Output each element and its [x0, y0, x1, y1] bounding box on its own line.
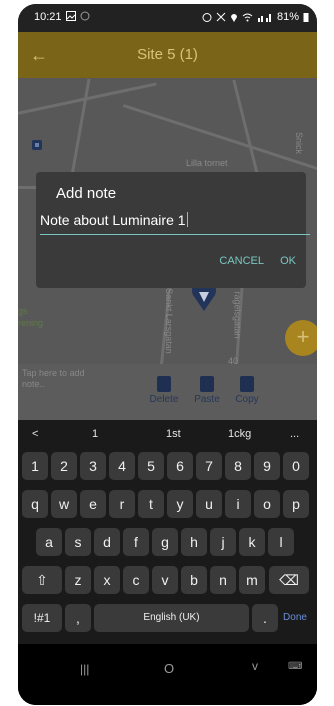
key[interactable]: x	[94, 566, 120, 594]
suggestion-back-icon[interactable]: <	[32, 428, 38, 440]
add-luminaire-button[interactable]: +	[285, 320, 317, 356]
mute-icon	[216, 12, 226, 22]
space-key[interactable]: English (UK)	[94, 604, 249, 632]
key[interactable]: 0	[283, 452, 309, 480]
key[interactable]: t	[138, 490, 164, 518]
key[interactable]: 8	[225, 452, 251, 480]
key[interactable]: l	[268, 528, 294, 556]
key[interactable]: 3	[80, 452, 106, 480]
key[interactable]: n	[210, 566, 236, 594]
key[interactable]: y	[167, 490, 193, 518]
key[interactable]: c	[123, 566, 149, 594]
map-label: 40	[228, 356, 239, 364]
keyboard-hide-icon[interactable]: v	[252, 659, 258, 673]
screen: 10:21 81% ← Site 5 (1) Lilla tornet Snic…	[18, 4, 317, 705]
key[interactable]: 7	[196, 452, 222, 480]
letter-row-1: q w e r t y u i o p	[18, 490, 317, 520]
delete-button[interactable]: Delete	[145, 376, 183, 405]
note-input[interactable]: Note about Luminaire 1	[40, 212, 310, 235]
status-bar: 10:21 81%	[18, 4, 317, 32]
number-row: 1 2 3 4 5 6 7 8 9 0	[18, 452, 317, 482]
suggestion-bar: < 1 1st 1ckg ...	[18, 420, 317, 450]
done-key[interactable]: Done	[281, 604, 309, 632]
cancel-button[interactable]: CANCEL	[219, 255, 264, 267]
key[interactable]: r	[109, 490, 135, 518]
symbols-key[interactable]: !#1	[22, 604, 62, 632]
copy-button[interactable]: Copy	[228, 376, 266, 405]
map-label: Snick	[294, 131, 305, 155]
battery-icon	[303, 13, 309, 22]
suggestion-item[interactable]: 1ckg	[228, 428, 251, 440]
key[interactable]: z	[65, 566, 91, 594]
trash-icon	[157, 376, 171, 392]
letter-row-2: a s d f g h j k l	[18, 528, 317, 558]
paste-button[interactable]: Paste	[188, 376, 226, 405]
map-label: ragelsgatan	[232, 291, 243, 339]
alarm-icon	[202, 13, 212, 22]
period-key[interactable]: .	[252, 604, 278, 632]
system-nav-bar: ||| O v ⌨	[18, 644, 317, 705]
suggestion-item[interactable]: 1	[92, 428, 98, 440]
key[interactable]: m	[239, 566, 265, 594]
key[interactable]: f	[123, 528, 149, 556]
home-icon[interactable]: O	[164, 661, 174, 676]
key[interactable]: v	[152, 566, 178, 594]
phone-frame: 10:21 81% ← Site 5 (1) Lilla tornet Snic…	[0, 0, 334, 706]
recent-apps-icon[interactable]: |||	[80, 662, 89, 676]
battery-percent: 81%	[276, 11, 299, 23]
key[interactable]: e	[80, 490, 106, 518]
record-icon	[80, 11, 90, 21]
key[interactable]: 9	[254, 452, 280, 480]
key[interactable]: q	[22, 490, 48, 518]
bottom-toolbar: Tap here to add note.. Delete Paste Copy	[18, 364, 317, 420]
status-time: 10:21	[34, 11, 62, 23]
key[interactable]: a	[36, 528, 62, 556]
app-bar: ← Site 5 (1)	[18, 32, 317, 78]
bottom-key-row: !#1 , English (UK) . Done	[18, 604, 317, 634]
backspace-key[interactable]: ⌫	[269, 566, 309, 594]
key[interactable]: 4	[109, 452, 135, 480]
marker-icon	[32, 140, 42, 150]
key[interactable]: 5	[138, 452, 164, 480]
key[interactable]: s	[65, 528, 91, 556]
comma-key[interactable]: ,	[65, 604, 91, 632]
signal-icon	[257, 14, 271, 22]
keyboard-icon[interactable]: ⌨	[288, 661, 302, 672]
suggestion-item[interactable]: 1st	[166, 428, 181, 440]
text-cursor	[186, 212, 188, 227]
note-hint[interactable]: Tap here to add note..	[22, 368, 102, 390]
add-note-dialog: Add note Note about Luminaire 1 CANCEL O…	[36, 172, 310, 288]
dialog-title: Add note	[56, 185, 117, 202]
key[interactable]: 2	[51, 452, 77, 480]
map-label: Sankt Larsgatan	[163, 288, 174, 354]
page-title: Site 5 (1)	[137, 46, 198, 63]
map-label: gs	[18, 306, 28, 316]
ok-button[interactable]: OK	[280, 255, 296, 267]
location-icon	[230, 14, 237, 22]
key[interactable]: j	[210, 528, 236, 556]
paste-icon	[200, 376, 214, 392]
key[interactable]: d	[94, 528, 120, 556]
map-label: Lilla tornet	[186, 158, 228, 168]
key[interactable]: 6	[167, 452, 193, 480]
key[interactable]: i	[225, 490, 251, 518]
key[interactable]: w	[51, 490, 77, 518]
copy-icon	[240, 376, 254, 392]
key[interactable]: g	[152, 528, 178, 556]
key[interactable]: h	[181, 528, 207, 556]
wifi-icon	[242, 13, 253, 22]
letter-row-3: ⇧ z x c v b n m ⌫	[18, 566, 317, 596]
key[interactable]: b	[181, 566, 207, 594]
key[interactable]: u	[196, 490, 222, 518]
key[interactable]: k	[239, 528, 265, 556]
key[interactable]: o	[254, 490, 280, 518]
key[interactable]: p	[283, 490, 309, 518]
shift-key[interactable]: ⇧	[22, 566, 62, 594]
key[interactable]: 1	[22, 452, 48, 480]
map-label: rening	[18, 318, 44, 328]
more-icon[interactable]: ...	[290, 428, 299, 440]
gallery-icon	[66, 11, 76, 21]
